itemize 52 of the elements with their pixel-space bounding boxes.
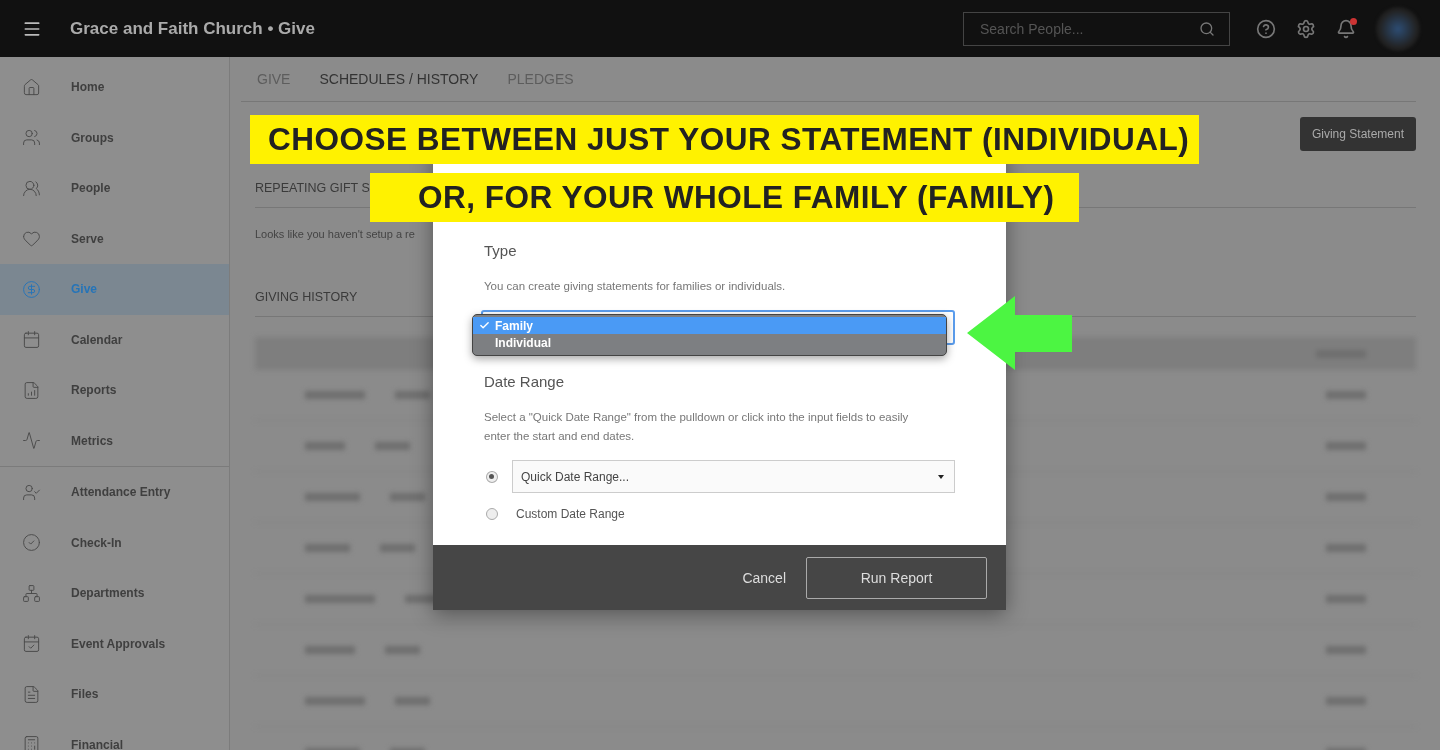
report-icon [22, 380, 41, 400]
dollar-icon [22, 279, 41, 299]
people-icon [22, 178, 41, 198]
search-input[interactable]: Search People... [978, 19, 1199, 38]
sidebar-item[interactable]: Metrics [0, 415, 229, 466]
radio-button[interactable] [486, 508, 498, 520]
check-circle-icon [22, 533, 41, 553]
search-icon [1199, 20, 1215, 37]
sidebar-item[interactable]: Reports [0, 365, 229, 416]
cancel-link[interactable]: Cancel [742, 569, 786, 586]
caret-icon [938, 474, 944, 479]
sidebar-item[interactable]: Calendar [0, 314, 229, 365]
sidebar-item[interactable]: Departments [0, 568, 229, 619]
app-title: Grace and Faith Church • Give [70, 18, 316, 39]
annotation-banner: CHOOSE BETWEEN JUST YOUR STATEMENT (INDIVIDUAL) [250, 115, 1200, 164]
quick-date-range-select[interactable]: Quick Date Range... [512, 460, 955, 493]
radio-button[interactable] [486, 470, 498, 483]
notifications-button[interactable] [1336, 18, 1356, 39]
giving-statement-button[interactable]: Giving Statement [1299, 117, 1416, 151]
sidebar-item[interactable]: Event Approvals [0, 618, 229, 669]
date-range-heading: Date Range [484, 373, 566, 390]
empty-message: Looks like you haven't setup a re [255, 228, 416, 240]
sidebar-item[interactable]: Groups [0, 112, 229, 163]
settings-button[interactable] [1296, 18, 1316, 39]
sidebar-item[interactable]: Check-In [0, 517, 229, 568]
sidebar-item[interactable]: Home [0, 62, 229, 113]
type-heading: Type [484, 242, 518, 259]
home-icon [22, 77, 41, 97]
arrow-icon [965, 294, 1075, 372]
run-report-button[interactable]: Run Report [806, 556, 987, 599]
sidebar-item[interactable]: Financial [0, 719, 229, 750]
date-range-description: Select a "Quick Date Range" from the pulldown or click into the input fields to easily enter the start and end dates. [484, 410, 910, 444]
org-chart-icon [22, 583, 41, 603]
tab[interactable]: SCHEDULES / HISTORY [319, 71, 479, 87]
check-icon [479, 320, 490, 331]
help-button[interactable] [1256, 18, 1276, 39]
sidebar-item[interactable]: People [0, 163, 229, 214]
calendar-icon [22, 330, 41, 350]
sidebar-item[interactable]: Attendance Entry [0, 467, 229, 518]
document-icon [22, 684, 41, 704]
calculator-icon [22, 735, 41, 750]
sidebar-item[interactable]: Files [0, 669, 229, 720]
annotation-banner: OR, FOR YOUR WHOLE FAMILY (FAMILY) [370, 173, 1079, 222]
heart-icon [22, 229, 41, 249]
line-chart-icon [22, 431, 41, 451]
type-option[interactable]: Family [473, 317, 946, 334]
sidebar-item[interactable]: Serve [0, 213, 229, 264]
calendar-check-icon [22, 634, 41, 654]
search-field[interactable]: Search People... [963, 11, 1230, 46]
groups-icon [22, 128, 41, 148]
person-check-icon [22, 482, 41, 502]
radio-label: Custom Date Range [516, 507, 625, 521]
